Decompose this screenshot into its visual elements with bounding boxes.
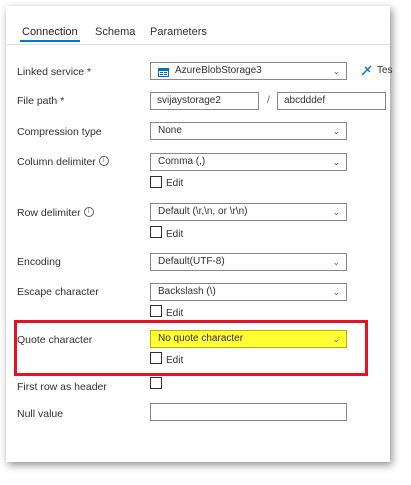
chevron-down-icon: ⌄	[332, 126, 340, 136]
tab-schema[interactable]: Schema	[95, 26, 135, 38]
annotation-highlight-box	[14, 320, 368, 376]
linked-service-select[interactable]: AzureBlobStorage3 ⌄	[150, 62, 347, 80]
compression-type-value: None	[158, 125, 182, 136]
compression-type-select[interactable]: None ⌄	[150, 122, 347, 140]
chevron-down-icon: ⌄	[332, 287, 340, 297]
row-delimiter-value: Default (\r,\n, or \r\n)	[158, 206, 248, 217]
column-delimiter-label-text: Column delimiter	[17, 156, 96, 168]
first-row-header-label: First row as header	[17, 381, 107, 393]
column-delimiter-select[interactable]: Comma (,) ⌄	[150, 153, 347, 171]
escape-character-value: Backslash (\)	[158, 286, 216, 297]
first-row-header-checkbox[interactable]	[150, 377, 162, 389]
row-delimiter-edit-label: Edit	[166, 229, 184, 240]
column-delimiter-value: Comma (,)	[158, 156, 206, 167]
file-path-folder-input[interactable]: abcdddef	[277, 92, 386, 110]
linked-service-label: Linked service *	[17, 66, 92, 78]
tab-connection[interactable]: Connection	[22, 26, 78, 38]
row-delimiter-label-text: Row delimiter	[17, 207, 81, 219]
linked-service-value: AzureBlobStorage3	[175, 65, 262, 76]
encoding-label: Encoding	[17, 256, 61, 268]
tab-divider	[6, 44, 390, 45]
test-connection-label[interactable]: Tes	[377, 65, 393, 76]
row-delimiter-select[interactable]: Default (\r,\n, or \r\n) ⌄	[150, 203, 347, 221]
null-value-input[interactable]	[150, 403, 347, 421]
column-delimiter-edit-label: Edit	[166, 178, 184, 189]
row-delimiter-edit-checkbox[interactable]	[150, 226, 162, 238]
column-delimiter-label: Column delimiter i	[17, 156, 109, 168]
info-icon[interactable]: i	[83, 207, 94, 217]
tab-parameters[interactable]: Parameters	[150, 26, 207, 38]
active-tab-indicator	[20, 40, 80, 42]
escape-character-label: Escape character	[17, 286, 99, 298]
escape-character-edit-checkbox[interactable]	[150, 305, 162, 317]
file-path-separator: /	[267, 95, 270, 106]
encoding-select[interactable]: Default(UTF-8) ⌄	[150, 253, 347, 271]
test-connection-icon[interactable]	[361, 64, 373, 79]
file-path-container-input[interactable]: svijaystorage2	[150, 92, 259, 110]
blob-storage-icon	[158, 67, 169, 77]
compression-type-label: Compression type	[17, 126, 102, 138]
escape-character-edit-label: Edit	[166, 308, 184, 319]
chevron-down-icon: ⌄	[332, 207, 340, 217]
chevron-down-icon: ⌄	[332, 66, 340, 76]
column-delimiter-edit-checkbox[interactable]	[150, 176, 162, 188]
row-delimiter-label: Row delimiter i	[17, 207, 94, 219]
file-path-label: File path *	[17, 95, 65, 107]
chevron-down-icon: ⌄	[332, 157, 340, 167]
null-value-label: Null value	[17, 408, 64, 420]
encoding-value: Default(UTF-8)	[158, 256, 225, 267]
chevron-down-icon: ⌄	[332, 257, 340, 267]
escape-character-select[interactable]: Backslash (\) ⌄	[150, 283, 347, 301]
info-icon[interactable]: i	[98, 156, 109, 166]
